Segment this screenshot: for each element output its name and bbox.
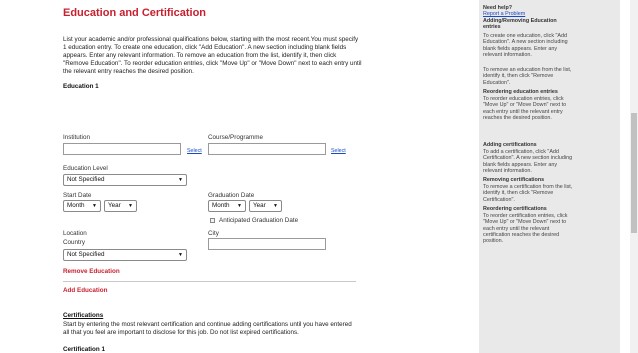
start-date-label: Start Date	[63, 192, 92, 199]
grad-year-select[interactable]: Year ▼	[249, 200, 282, 212]
city-label: City	[208, 230, 219, 237]
graduation-date-label: Graduation Date	[208, 192, 255, 199]
course-label: Course/Programme	[208, 134, 263, 141]
certifications-heading: Certifications	[63, 312, 104, 319]
chevron-down-icon: ▼	[178, 252, 183, 258]
reordering-certifications-text: To reorder certification entries, click …	[483, 213, 568, 245]
help-sidebar: Need help? Report a Problem Adding/Remov…	[479, 0, 620, 353]
country-select[interactable]: Not Specified ▼	[63, 249, 187, 261]
chevron-down-icon: ▼	[237, 203, 242, 209]
certifications-intro: Start by entering the most relevant cert…	[63, 321, 352, 336]
remove-education-button[interactable]: Remove Education	[63, 268, 120, 275]
adding-education-text: To create one education, click "Add Educ…	[483, 33, 568, 58]
education-level-label: Education Level	[63, 165, 108, 172]
removing-education-text: To remove an education from the list, id…	[483, 67, 572, 86]
page-title: Education and Certification	[63, 7, 207, 19]
adding-certifications-heading: Adding certifications	[483, 142, 537, 148]
removing-certifications-heading: Removing certifications	[483, 177, 545, 183]
report-problem-link[interactable]: Report a Problem	[483, 11, 615, 17]
country-label: Country	[63, 239, 86, 246]
grad-month-select[interactable]: Month ▼	[208, 200, 246, 212]
section-intro: List your academic and/or professional q…	[63, 36, 362, 75]
scrollbar-thumb[interactable]	[631, 113, 637, 233]
reordering-education-heading: Reordering education entries	[483, 89, 558, 95]
chevron-down-icon: ▼	[128, 203, 133, 209]
grad-month-value: Month	[212, 202, 230, 209]
divider	[63, 281, 356, 282]
education-level-select[interactable]: Not Specified ▼	[63, 174, 187, 186]
start-month-value: Month	[67, 202, 85, 209]
start-year-select[interactable]: Year ▼	[104, 200, 137, 212]
institution-select-link[interactable]: Select	[187, 148, 202, 154]
institution-input[interactable]	[63, 143, 181, 155]
adding-certifications-text: To add a certification, click "Add Certi…	[483, 149, 573, 174]
course-select-link[interactable]: Select	[331, 148, 346, 154]
start-year-value: Year	[108, 202, 121, 209]
add-education-button[interactable]: Add Education	[63, 287, 107, 294]
grad-year-value: Year	[253, 202, 266, 209]
certification-1-heading: Certification 1	[63, 346, 105, 353]
start-month-select[interactable]: Month ▼	[63, 200, 101, 212]
anticipated-graduation-label: Anticipated Graduation Date	[219, 217, 299, 224]
education-level-value: Not Specified	[67, 176, 105, 183]
page-scrollbar[interactable]	[630, 0, 638, 353]
removing-certifications-text: To remove a certification from the list,…	[483, 184, 573, 203]
course-input[interactable]	[208, 143, 326, 155]
country-value: Not Specified	[67, 251, 105, 258]
city-input[interactable]	[208, 238, 326, 250]
location-label: Location	[63, 230, 87, 237]
chevron-down-icon: ▼	[273, 203, 278, 209]
anticipated-graduation-checkbox[interactable]	[210, 218, 215, 223]
chevron-down-icon: ▼	[178, 177, 183, 183]
institution-label: Institution	[63, 134, 90, 141]
main-content: Education and Certification List your ac…	[0, 0, 470, 353]
chevron-down-icon: ▼	[92, 203, 97, 209]
reordering-education-text: To reorder education entries, click "Mov…	[483, 96, 567, 121]
reordering-certifications-heading: Reordering certifications	[483, 206, 547, 212]
adding-education-heading: Adding/Removing Education entries	[483, 18, 557, 31]
education-heading: Education 1	[63, 83, 99, 90]
